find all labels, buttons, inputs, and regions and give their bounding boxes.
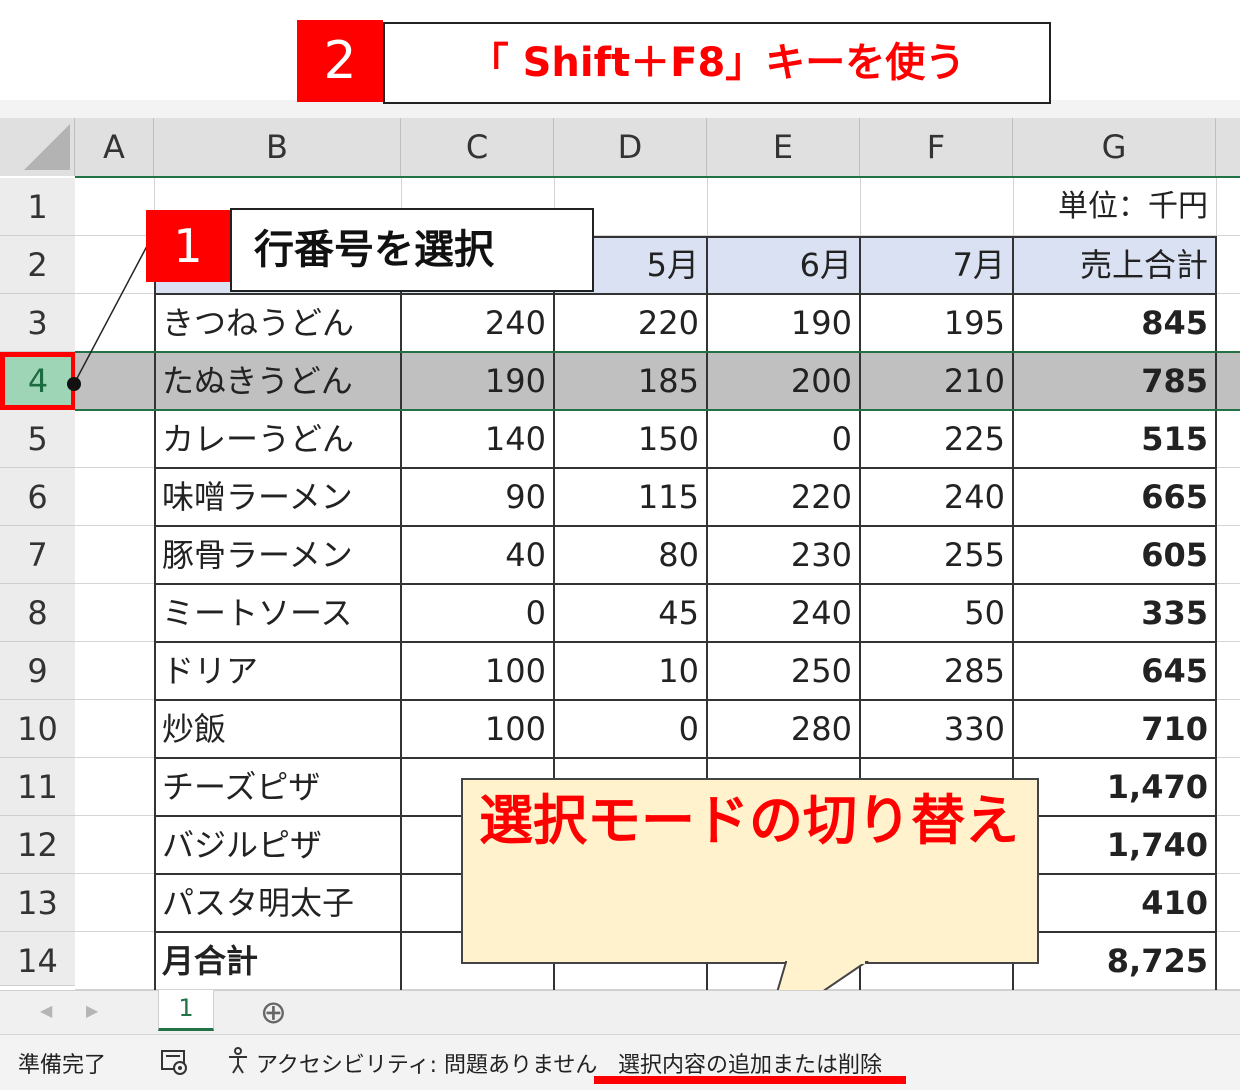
tab-nav-next-icon[interactable]: ▶ bbox=[86, 1001, 98, 1020]
sheet-tab-1[interactable]: 1 bbox=[158, 990, 214, 1031]
selection-mode-underline bbox=[594, 1076, 906, 1084]
status-bar: 準備完了 アクセシビリティ: 問題ありません 選択内容の追加または削除 bbox=[0, 1034, 1240, 1090]
status-selection-mode: 選択内容の追加または削除 bbox=[618, 1053, 883, 1078]
sheet-tab-label: 1 bbox=[178, 994, 194, 1022]
status-accessibility[interactable]: アクセシビリティ: 問題ありません bbox=[256, 1047, 597, 1079]
add-sheet-icon[interactable]: ⊕ bbox=[260, 993, 287, 1031]
sheet-tab-bar: ◀ ▶ 1 ⊕ bbox=[0, 990, 1240, 1035]
macro-record-icon[interactable] bbox=[160, 1048, 190, 1076]
accessibility-icon[interactable] bbox=[226, 1046, 254, 1076]
tab-nav-prev-icon[interactable]: ◀ bbox=[40, 1001, 52, 1020]
status-ready: 準備完了 bbox=[18, 1053, 107, 1078]
bubble-tail-icon bbox=[764, 960, 870, 1033]
